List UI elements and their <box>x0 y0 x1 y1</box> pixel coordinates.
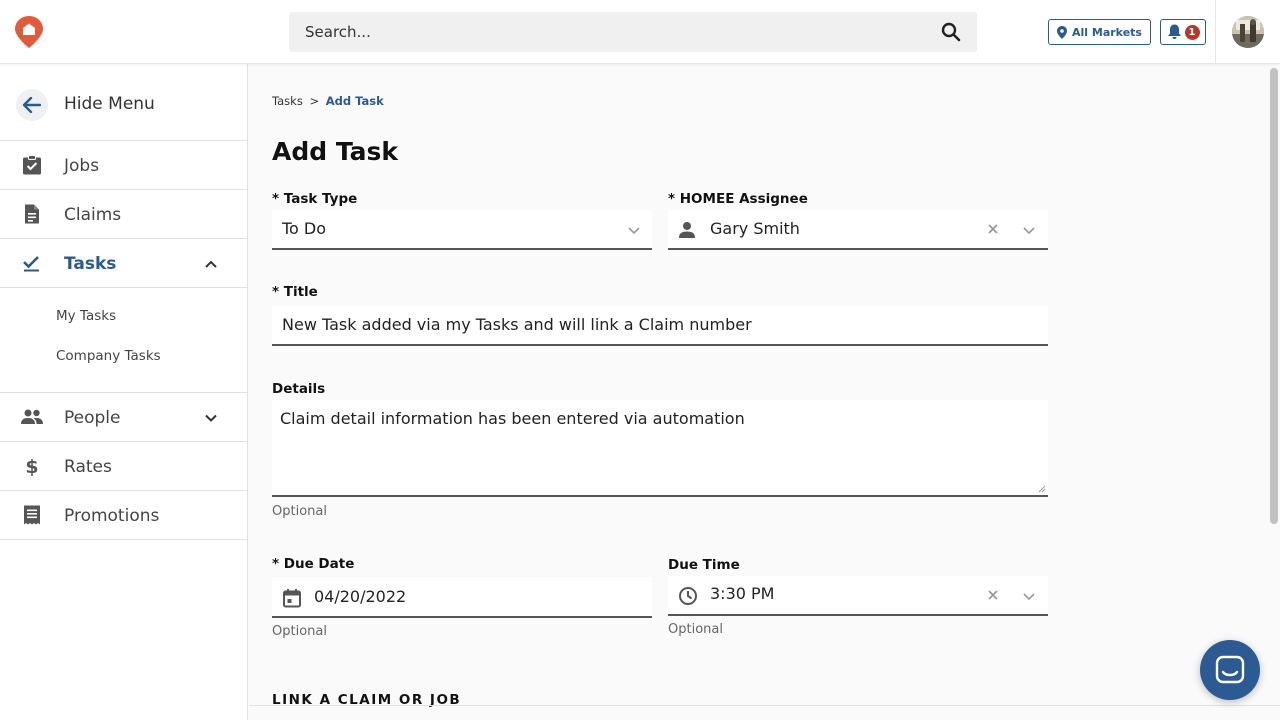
notification-count-badge: 1 <box>1184 24 1200 40</box>
hide-menu-circle <box>16 89 48 121</box>
clipboard-check-icon <box>23 155 41 175</box>
details-label: Details <box>272 381 326 397</box>
homee-logo[interactable] <box>14 15 44 49</box>
clear-icon[interactable] <box>987 589 999 601</box>
details-value: Claim detail information has been entere… <box>280 409 745 428</box>
scrollbar[interactable] <box>1270 68 1278 524</box>
details-textarea[interactable]: Claim detail information has been entere… <box>272 400 1048 497</box>
sidebar-subitem-company-tasks[interactable]: Company Tasks <box>56 348 161 364</box>
sidebar-item-promotions[interactable]: Promotions <box>0 491 248 540</box>
due-date-optional-hint: Optional <box>272 624 327 639</box>
details-optional-hint: Optional <box>272 504 327 519</box>
calendar-icon[interactable] <box>282 588 302 608</box>
checkmark-icon <box>23 256 39 272</box>
main-content: Tasks > Add Task Add Task * Task Type To… <box>249 64 1280 720</box>
sidebar-item-label: Rates <box>64 457 112 477</box>
clear-icon[interactable] <box>987 223 999 235</box>
clock-icon <box>679 587 697 605</box>
due-time-value: 3:30 PM <box>710 584 775 603</box>
person-icon <box>679 222 695 238</box>
sidebar-subitem-my-tasks[interactable]: My Tasks <box>56 308 116 324</box>
chevron-down-icon[interactable] <box>1022 223 1036 237</box>
all-markets-button[interactable]: All Markets <box>1048 19 1151 45</box>
search-input[interactable] <box>305 12 925 52</box>
due-date-field[interactable]: 04/20/2022 <box>272 577 652 618</box>
sidebar-item-jobs[interactable]: Jobs <box>0 141 248 190</box>
document-icon <box>25 204 39 224</box>
due-date-label: * Due Date <box>272 556 355 572</box>
map-pin-icon <box>1057 25 1067 39</box>
top-header: All Markets 1 <box>0 0 1280 64</box>
sidebar-item-rates[interactable]: $ Rates <box>0 442 248 491</box>
title-field[interactable]: New Task added via my Tasks and will lin… <box>272 306 1048 346</box>
sidebar-item-claims[interactable]: Claims <box>0 190 248 239</box>
breadcrumb: Tasks > Add Task <box>272 94 384 108</box>
title-label: * Title <box>272 284 318 300</box>
due-date-value: 04/20/2022 <box>314 587 407 606</box>
assignee-select[interactable]: Gary Smith <box>668 210 1048 250</box>
dollar-icon: $ <box>25 456 38 476</box>
due-time-label: Due Time <box>668 557 740 573</box>
chevron-down-icon[interactable] <box>203 410 219 426</box>
sidebar-item-tasks[interactable]: Tasks <box>0 239 248 288</box>
breadcrumb-current: Add Task <box>325 94 384 108</box>
svg-text:$: $ <box>25 456 38 476</box>
breadcrumb-separator: > <box>309 94 320 108</box>
page-title: Add Task <box>272 137 399 166</box>
assignee-value: Gary Smith <box>710 219 800 238</box>
search-bar <box>289 12 977 52</box>
arrow-left-icon <box>23 97 41 113</box>
chevron-down-icon <box>628 227 640 235</box>
notifications-button[interactable]: 1 <box>1160 19 1206 45</box>
chat-launcher-button[interactable] <box>1200 640 1260 700</box>
title-value: New Task added via my Tasks and will lin… <box>282 315 752 334</box>
all-markets-label: All Markets <box>1072 25 1142 39</box>
user-avatar[interactable] <box>1232 16 1264 48</box>
search-icon[interactable] <box>941 22 961 42</box>
chat-icon <box>1215 655 1245 684</box>
sidebar-item-label: Promotions <box>64 506 160 526</box>
sidebar-item-people[interactable]: People <box>0 393 248 442</box>
sidebar: Hide Menu Jobs Claims Tasks My Tasks Com… <box>0 64 248 720</box>
bell-icon <box>1167 24 1181 39</box>
chevron-down-icon[interactable] <box>1022 589 1036 603</box>
sidebar-item-label: Claims <box>64 205 122 225</box>
sidebar-item-label: People <box>64 408 121 428</box>
task-type-value: To Do <box>282 219 327 238</box>
bottom-divider <box>249 705 1280 706</box>
hide-menu-label: Hide Menu <box>64 94 155 114</box>
resize-grip-icon[interactable] <box>1038 485 1046 493</box>
chevron-up-icon[interactable] <box>203 256 219 272</box>
assignee-label: * HOMEE Assignee <box>668 191 808 207</box>
header-divider <box>1215 0 1216 64</box>
receipt-icon <box>24 505 40 525</box>
people-icon <box>21 409 43 424</box>
breadcrumb-tasks-link[interactable]: Tasks <box>272 94 303 108</box>
hide-menu-button[interactable]: Hide Menu <box>0 64 248 141</box>
task-type-label: * Task Type <box>272 191 358 207</box>
sidebar-item-label: Jobs <box>64 156 100 176</box>
task-type-select[interactable]: To Do <box>272 210 652 250</box>
due-time-optional-hint: Optional <box>668 622 723 637</box>
sidebar-item-label: Tasks <box>64 254 117 274</box>
due-time-select[interactable]: 3:30 PM <box>668 576 1048 616</box>
